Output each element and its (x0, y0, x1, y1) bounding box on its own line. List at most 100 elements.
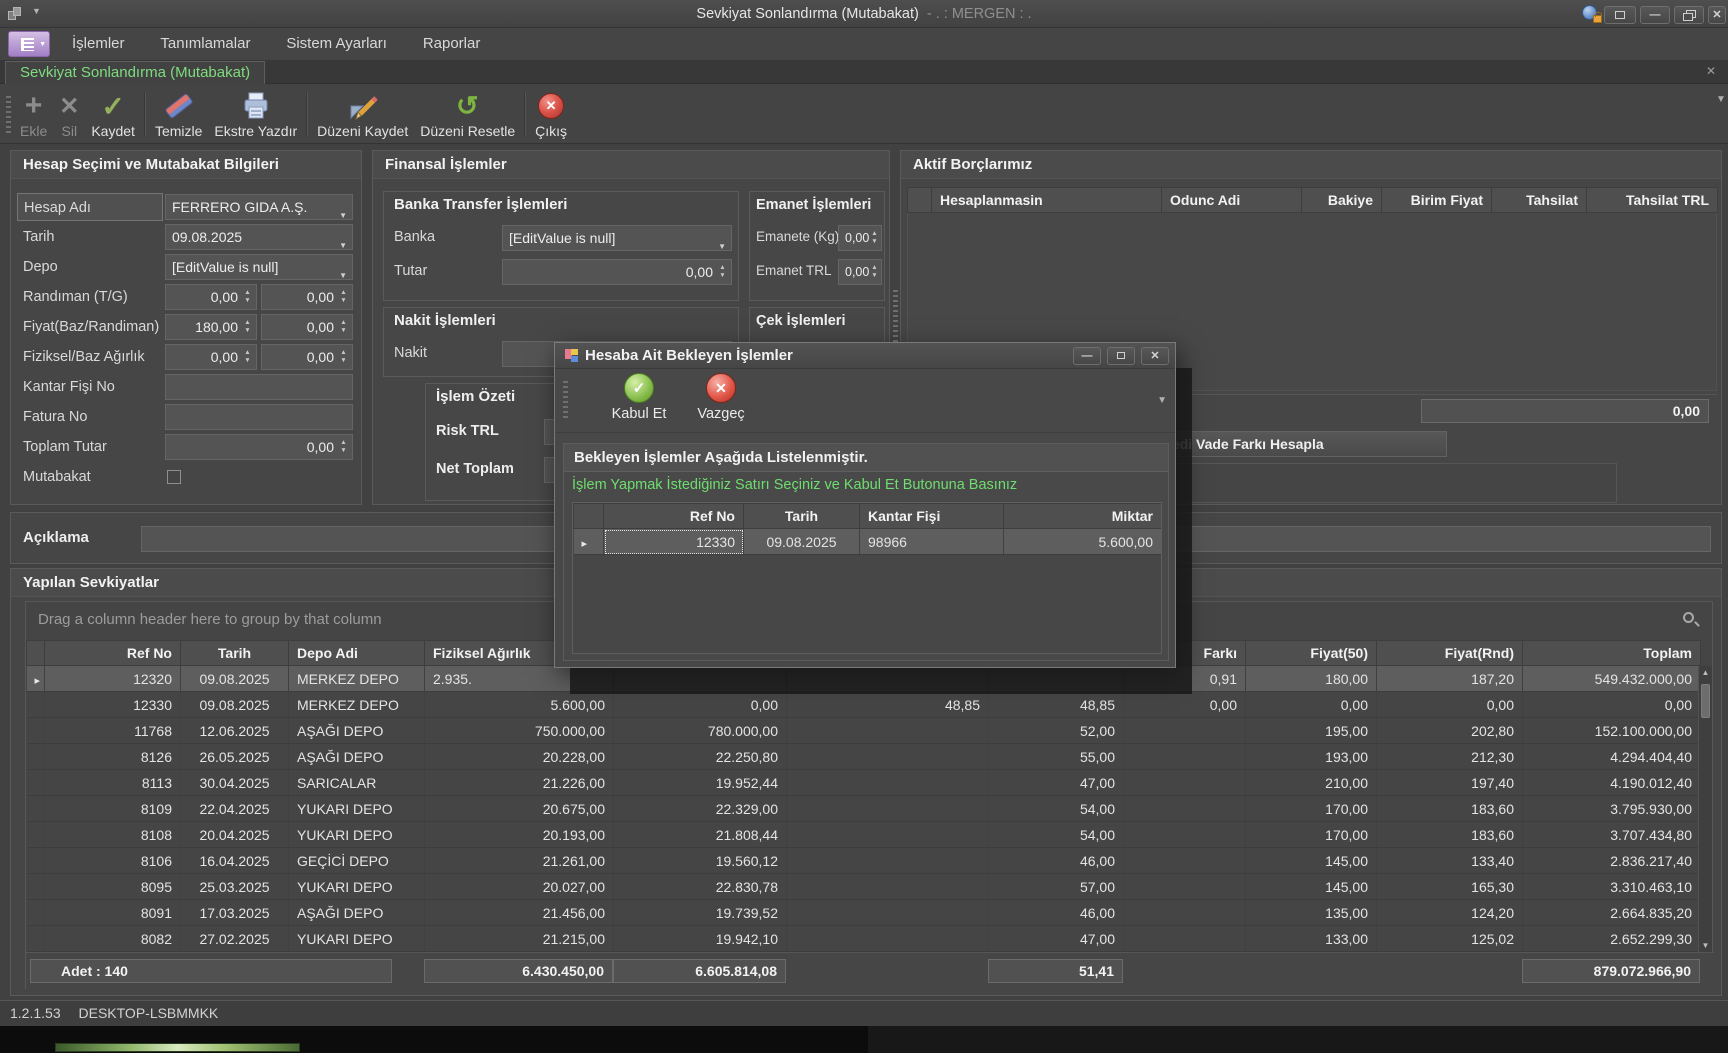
delete-button[interactable]: ✕ Sil (53, 86, 85, 142)
banka-combo[interactable]: [EditValue is null]▼ (502, 225, 732, 251)
baz-agirlik-spinner[interactable]: 0,00▲▼ (261, 344, 353, 370)
pending-transactions-dialog: Hesaba Ait Bekleyen İşlemler — ✕ ✓ Kabul… (554, 342, 1176, 668)
reset-layout-button[interactable]: ↻ Düzeni Resetle (414, 86, 521, 142)
emanete-kg-spinner[interactable]: 0,00▲▼ (838, 225, 882, 251)
splitter-grip[interactable] (893, 290, 898, 350)
chevron-down-icon[interactable]: ▼ (718, 235, 726, 259)
spinner-arrows-icon[interactable]: ▲▼ (242, 349, 253, 365)
hesap-adi-combo[interactable]: FERRERO GIDA A.Ş.▼ (165, 194, 353, 220)
field-label-fiziksel: Fiziksel/Baz Ağırlık (23, 344, 145, 370)
print-statement-button[interactable]: Ekstre Yazdır (208, 86, 303, 142)
scroll-down-icon[interactable]: ▼ (1699, 941, 1712, 950)
accept-button[interactable]: ✓ Kabul Et (593, 373, 685, 422)
exit-button[interactable]: ✕ Çıkış (529, 86, 573, 142)
minimize-button[interactable]: — (1640, 6, 1670, 24)
dialog-minimize-button[interactable]: — (1073, 347, 1101, 365)
footer-physical-sum: 6.430.450,00 (424, 959, 613, 983)
shipment-row[interactable]: 8091 17.03.2025 AŞAĞI DEPO 21.456,00 19.… (27, 900, 1701, 926)
field-label-hesap-adi: Hesap Adı (17, 193, 163, 221)
menu-islemler[interactable]: İşlemler (56, 28, 141, 60)
depo-combo[interactable]: [EditValue is null]▼ (165, 254, 353, 280)
spinner-arrows-icon[interactable]: ▲▼ (242, 289, 253, 305)
clear-button[interactable]: Temizle (149, 86, 208, 142)
shipment-row[interactable]: 8106 16.04.2025 GEÇİCİ DEPO 21.261,00 19… (27, 848, 1701, 874)
kantar-fisi-no-input[interactable] (165, 374, 353, 400)
fatura-no-input[interactable] (165, 404, 353, 430)
printer-icon (241, 91, 271, 121)
search-icon[interactable] (1683, 612, 1694, 623)
field-label-tutar: Tutar (394, 258, 427, 284)
close-button[interactable]: ✕ (1708, 6, 1726, 24)
shipment-row[interactable]: ▸ 12320 09.08.2025 MERKEZ DEPO 2.935. 0,… (27, 666, 1701, 692)
toplam-tutar-spinner[interactable]: 0,00▲▼ (165, 434, 353, 460)
spinner-arrows-icon[interactable]: ▲▼ (338, 319, 349, 335)
shipment-row[interactable]: 8082 27.02.2025 YUKARI DEPO 21.215,00 19… (27, 926, 1701, 952)
reset-arrow-icon: ↻ (456, 91, 479, 122)
taskbar-right-zone (868, 1026, 1728, 1053)
scroll-up-icon[interactable]: ▲ (1699, 668, 1712, 677)
dialog-toolbar-overflow-icon[interactable]: ▼ (1157, 395, 1167, 406)
spinner-arrows-icon[interactable]: ▲▼ (338, 289, 349, 305)
field-label-mutabakat: Mutabakat (23, 464, 91, 490)
shipment-row[interactable]: 12330 09.08.2025 MERKEZ DEPO 5.600,00 0,… (27, 692, 1701, 718)
shipment-row[interactable]: 8113 30.04.2025 SARICALAR 21.226,00 19.9… (27, 770, 1701, 796)
fiyat-baz-spinner[interactable]: 180,00▲▼ (165, 314, 257, 340)
shipment-row[interactable]: 8109 22.04.2025 YUKARI DEPO 20.675,00 22… (27, 796, 1701, 822)
shipment-row[interactable]: 8108 20.04.2025 YUKARI DEPO 20.193,00 21… (27, 822, 1701, 848)
spinner-arrows-icon[interactable]: ▲▼ (869, 264, 880, 280)
cancel-button[interactable]: ✕ Vazgeç (681, 373, 761, 422)
randiman-t-spinner[interactable]: 0,00▲▼ (165, 284, 257, 310)
scrollbar-thumb[interactable] (1701, 684, 1710, 718)
description-label: Açıklama (23, 525, 89, 551)
lock-navigation-icon[interactable] (1582, 5, 1602, 23)
debts-summary-value: 0,00 (1421, 399, 1709, 423)
emanet-trl-spinner[interactable]: 0,00▲▼ (838, 259, 882, 285)
restore-button[interactable] (1674, 6, 1704, 24)
field-label-toplam-tutar: Toplam Tutar (23, 434, 107, 460)
window-title: Sevkiyat Sonlandırma (Mutabakat)- . : ME… (0, 0, 1728, 28)
dialog-toolbar-grip[interactable] (563, 381, 568, 421)
field-label-depo: Depo (23, 254, 58, 280)
vertical-scrollbar[interactable]: ▲ ▼ (1698, 666, 1712, 952)
spinner-arrows-icon[interactable]: ▲▼ (869, 230, 880, 246)
menu-tanimlamalar[interactable]: Tanımlamalar (144, 28, 266, 60)
shipment-row[interactable]: 8095 25.03.2025 YUKARI DEPO 20.027,00 22… (27, 874, 1701, 900)
debts-grid: Hesaplanmasin Odunc Adi Bakiye Birim Fiy… (907, 187, 1718, 213)
tab-close-icon[interactable]: ✕ (1706, 64, 1716, 78)
menu-raporlar[interactable]: Raporlar (407, 28, 497, 60)
toolbar-grip[interactable] (6, 96, 11, 134)
custody-group: Emanet İşlemleri Emanete (Kg) 0,00▲▼ Ema… (749, 191, 885, 301)
tutar-spinner[interactable]: 0,00▲▼ (502, 259, 732, 285)
fiziksel-agirlik-spinner[interactable]: 0,00▲▼ (165, 344, 257, 370)
mutabakat-checkbox[interactable] (167, 470, 181, 484)
spinner-arrows-icon[interactable]: ▲▼ (338, 349, 349, 365)
spinner-arrows-icon[interactable]: ▲▼ (242, 319, 253, 335)
fiyat-randiman-spinner[interactable]: 0,00▲▼ (261, 314, 353, 340)
spinner-arrows-icon[interactable]: ▲▼ (717, 264, 728, 280)
pending-row[interactable]: ▸ 12330 09.08.2025 98966 5.600,00 (574, 529, 1162, 555)
shipment-row[interactable]: 11768 12.06.2025 AŞAĞI DEPO 750.000,00 7… (27, 718, 1701, 744)
taskbar-strip (0, 1026, 1728, 1053)
menu-sistem-ayarlari[interactable]: Sistem Ayarları (270, 28, 403, 60)
spinner-arrows-icon[interactable]: ▲▼ (338, 439, 349, 455)
taskbar-thumbnail[interactable] (55, 1043, 300, 1052)
field-label-emanete-kg: Emanete (Kg) (756, 224, 839, 250)
add-button[interactable]: + Ekle (14, 86, 53, 142)
tab-sevkiyat-sonlandirma[interactable]: Sevkiyat Sonlandırma (Mutabakat) (5, 61, 265, 84)
fit-window-button[interactable] (1604, 6, 1636, 24)
dialog-maximize-button[interactable] (1107, 347, 1135, 365)
row-indicator-icon: ▸ (35, 675, 41, 687)
dialog-close-button[interactable]: ✕ (1141, 347, 1169, 365)
save-button[interactable]: ✓ Kaydet (85, 86, 141, 142)
cancel-x-icon: ✕ (706, 373, 736, 403)
shipment-row[interactable]: 8126 26.05.2025 AŞAĞI DEPO 20.228,00 22.… (27, 744, 1701, 770)
tarih-combo[interactable]: 09.08.2025▼ (165, 224, 353, 250)
toolbar-overflow-icon[interactable]: ▼ (1716, 94, 1726, 105)
eraser-icon (164, 93, 193, 120)
grid-footer: Adet : 140 6.430.450,00 6.605.814,08 51,… (26, 952, 1714, 990)
randiman-g-spinner[interactable]: 0,00▲▼ (261, 284, 353, 310)
application-button[interactable]: ▼ (8, 31, 50, 57)
debts-panel-title: Aktif Borçlarımız (901, 151, 1721, 179)
group-by-hint[interactable]: Drag a column header here to group by th… (38, 611, 382, 628)
save-layout-button[interactable]: Düzeni Kaydet (311, 86, 414, 142)
